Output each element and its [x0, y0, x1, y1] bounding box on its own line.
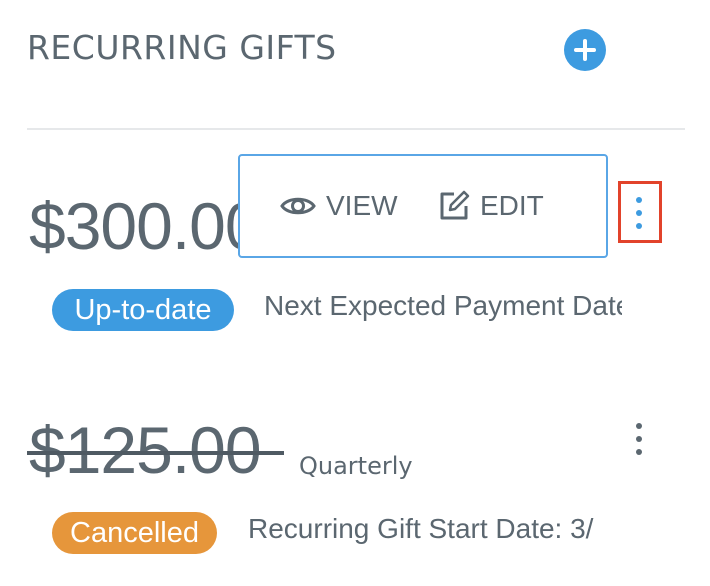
status-badge: Up-to-date [52, 289, 234, 331]
strikethrough-line [27, 451, 284, 455]
add-gift-button[interactable] [564, 29, 606, 71]
gift-start-date: Recurring Gift Start Date: 3/ [248, 513, 594, 544]
section-title: RECURRING GIFTS [27, 28, 337, 67]
options-popover: VIEW EDIT [238, 154, 608, 258]
gift-amount: $300.00 [29, 189, 244, 263]
eye-icon [280, 197, 316, 215]
gift-frequency: Quarterly [299, 452, 413, 480]
view-label: VIEW [326, 190, 398, 221]
view-button[interactable]: VIEW [280, 190, 398, 222]
kebab-dot [636, 423, 642, 429]
divider [27, 128, 685, 130]
gift-amount: $125.00 [29, 413, 262, 487]
more-options-button[interactable] [634, 421, 644, 457]
edit-button[interactable]: EDIT [438, 190, 544, 222]
edit-label: EDIT [480, 190, 544, 221]
highlight-box [618, 181, 662, 243]
kebab-dot [636, 449, 642, 455]
status-badge: Cancelled [52, 512, 217, 554]
gift-next-payment: Next Expected Payment Date [264, 290, 622, 321]
edit-icon [440, 190, 470, 220]
kebab-dot [636, 436, 642, 442]
